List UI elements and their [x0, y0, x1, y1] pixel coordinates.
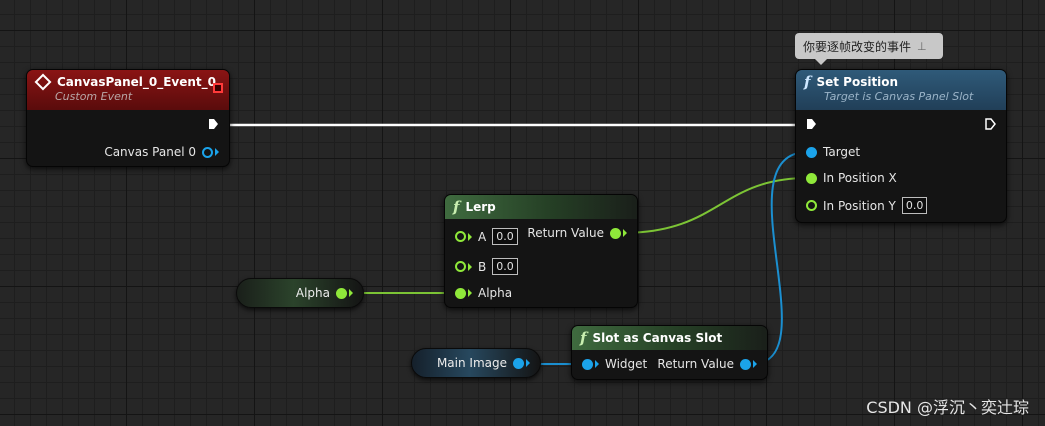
float-pin-icon [806, 172, 817, 184]
exec-in-icon [807, 119, 816, 129]
object-pin-icon[interactable] [513, 357, 524, 369]
main-image-variable-node[interactable]: Main Image [411, 348, 541, 378]
float-pin-icon [455, 231, 466, 242]
float-pin-icon [610, 227, 621, 239]
lerp-a-label: A [478, 229, 487, 244]
object-pin-icon [582, 358, 593, 370]
pin-arrow-icon [526, 359, 530, 367]
event-diamond-icon [34, 73, 52, 91]
lerp-b-value[interactable]: 0.0 [492, 258, 518, 275]
lerp-return-wire [621, 177, 809, 234]
lerp-node[interactable]: f Lerp A 0.0 B 0.0 Alpha Return Value [444, 194, 638, 308]
function-icon: f [580, 329, 587, 347]
alpha-variable-node[interactable]: Alpha [236, 278, 364, 308]
float-pin-icon [806, 200, 817, 211]
canvas-panel-output-label: Canvas Panel 0 [104, 145, 196, 159]
exec-out-icon [985, 118, 996, 130]
exec-output-pin[interactable] [985, 118, 996, 130]
lerp-b-pin[interactable]: B 0.0 [455, 258, 518, 275]
function-icon: f [453, 198, 460, 216]
lerp-return-label: Return Value [527, 226, 604, 240]
lerp-alpha-label: Alpha [478, 286, 513, 300]
float-pin-icon [455, 261, 466, 272]
in-position-y-pin[interactable]: In Position Y 0.0 [806, 197, 928, 214]
exec-input-pin[interactable] [806, 118, 817, 130]
pin-arrow-icon [215, 148, 219, 156]
lerp-a-pin[interactable]: A 0.0 [455, 228, 518, 245]
in-position-y-label: In Position Y [823, 198, 896, 213]
exec-out-icon [209, 119, 218, 129]
widget-label: Widget [605, 357, 648, 371]
pin-arrow-icon [468, 289, 472, 297]
lerp-a-value[interactable]: 0.0 [492, 228, 518, 245]
custom-event-subtitle: Custom Event [55, 90, 133, 103]
in-position-x-label: In Position X [823, 171, 897, 185]
pin-arrow-icon [468, 262, 472, 271]
set-position-title: Set Position [816, 75, 899, 89]
custom-event-node[interactable]: CanvasPanel_0_Event_0 Custom Event Canva… [26, 69, 230, 167]
lerp-b-label: B [478, 259, 487, 274]
in-position-y-value[interactable]: 0.0 [901, 197, 928, 214]
alpha-variable-label: Alpha [295, 286, 330, 300]
pushpin-icon[interactable]: ⊥ [917, 40, 927, 53]
main-image-variable-label: Main Image [436, 356, 507, 370]
comment-bubble[interactable]: 你要逐帧改变的事件 ⊥ [795, 33, 943, 65]
slot-return-pin[interactable]: Return Value [657, 357, 757, 371]
target-input-pin[interactable]: Target [806, 145, 860, 159]
object-pin-icon [740, 358, 751, 370]
target-label: Target [823, 145, 861, 159]
object-pin-icon [202, 146, 213, 158]
delegate-pin-icon[interactable] [213, 83, 223, 93]
custom-event-header[interactable]: CanvasPanel_0_Event_0 Custom Event [27, 70, 229, 110]
set-position-header[interactable]: f Set Position Target is Canvas Panel Sl… [796, 70, 1006, 110]
custom-event-title: CanvasPanel_0_Event_0 [57, 75, 217, 89]
watermark: CSDN @浮沉丶奕辻琮 [866, 398, 1029, 417]
exec-output-pin[interactable] [208, 118, 219, 130]
pin-arrow-icon [753, 360, 757, 368]
slot-as-canvas-slot-node[interactable]: f Slot as Canvas Slot Widget Return Valu… [571, 325, 768, 380]
function-icon: f [804, 73, 811, 91]
pin-arrow-icon [349, 289, 353, 297]
float-pin-icon [455, 287, 466, 299]
lerp-alpha-pin[interactable]: Alpha [455, 286, 512, 300]
set-position-node[interactable]: f Set Position Target is Canvas Panel Sl… [795, 69, 1007, 223]
pin-arrow-icon [623, 229, 627, 237]
object-pin-icon [806, 146, 817, 158]
slot-return-label: Return Value [657, 357, 734, 371]
pin-arrow-icon [468, 232, 472, 241]
pin-arrow-icon [595, 360, 599, 368]
lerp-title: Lerp [465, 200, 496, 214]
in-position-x-pin[interactable]: In Position X [806, 171, 897, 185]
comment-text: 你要逐帧改变的事件 [803, 39, 912, 54]
slot-as-canvas-slot-header[interactable]: f Slot as Canvas Slot [572, 326, 767, 350]
set-position-subtitle: Target is Canvas Panel Slot [824, 90, 974, 103]
lerp-header[interactable]: f Lerp [445, 195, 637, 219]
canvas-panel-output-pin[interactable]: Canvas Panel 0 [104, 145, 219, 159]
float-pin-icon[interactable] [336, 287, 347, 299]
slot-as-canvas-slot-title: Slot as Canvas Slot [592, 331, 723, 345]
widget-input-pin[interactable]: Widget [582, 357, 647, 371]
lerp-return-pin[interactable]: Return Value [527, 226, 627, 240]
